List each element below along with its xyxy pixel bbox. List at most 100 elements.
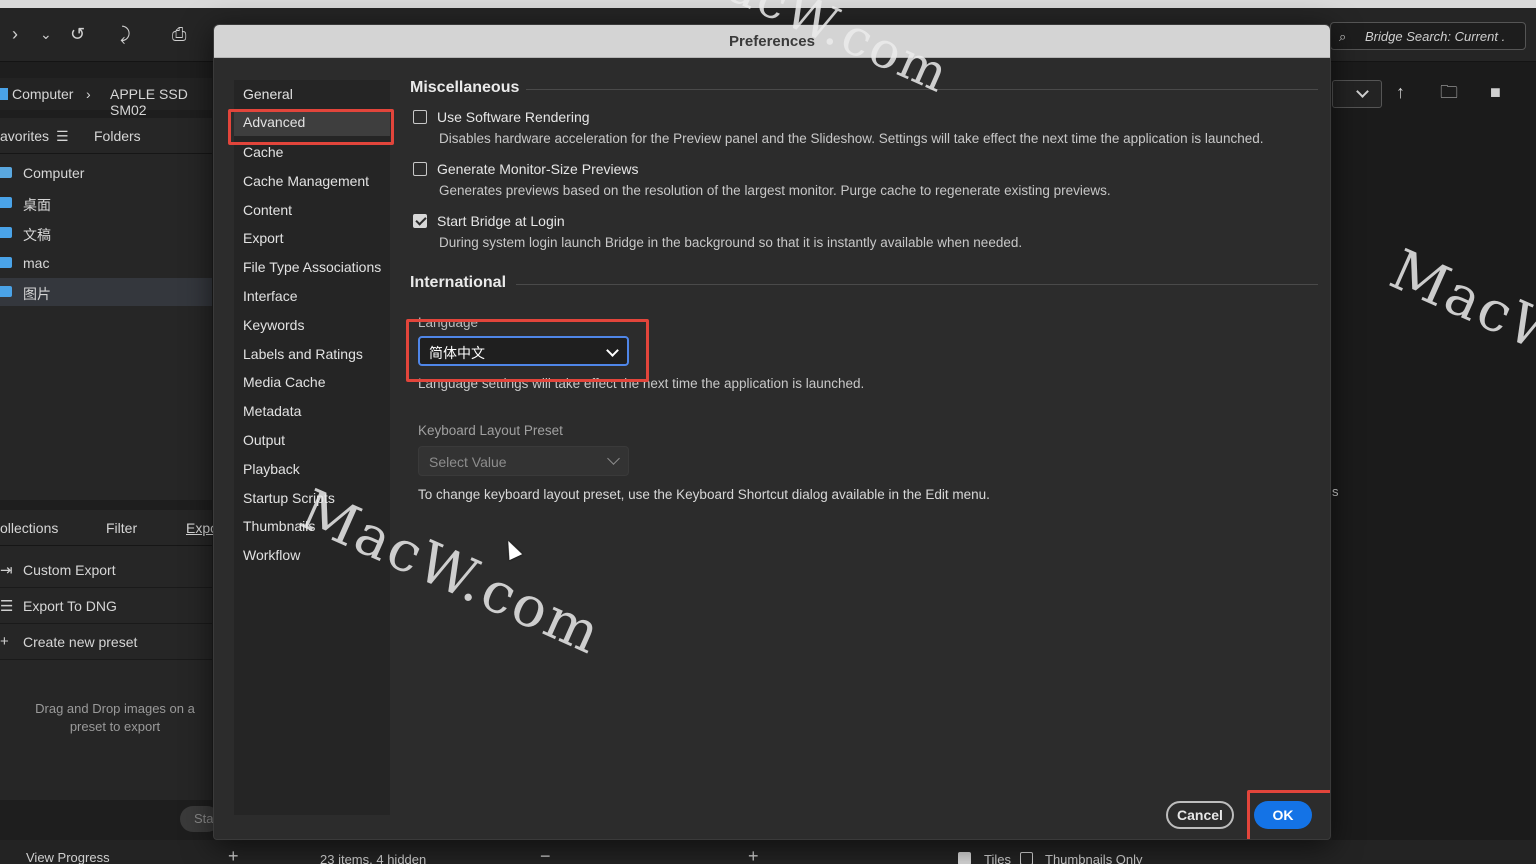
- category-workflow[interactable]: Workflow: [243, 547, 300, 569]
- computer-icon: [0, 88, 8, 100]
- status-bar: View Progress + 23 items, 4 hidden − + T…: [0, 840, 1536, 864]
- new-folder-icon[interactable]: ■: [1490, 82, 1501, 102]
- category-interface[interactable]: Interface: [243, 288, 297, 310]
- keyboard-preset-label: Keyboard Layout Preset: [418, 423, 563, 438]
- camera-import-icon[interactable]: ⎙: [172, 24, 186, 44]
- category-file-type-associations[interactable]: File Type Associations: [243, 259, 381, 281]
- preferences-dialog: Preferences General Advanced Cache Cache…: [213, 24, 1331, 840]
- start-at-login-label: Start Bridge at Login: [437, 213, 565, 229]
- thumbnails-only-label: Thumbnails Only: [1045, 852, 1143, 864]
- up-arrow-icon[interactable]: ↑: [1396, 82, 1405, 102]
- cancel-button[interactable]: Cancel: [1166, 801, 1234, 829]
- section-divider: [516, 284, 1318, 285]
- breadcrumb-computer[interactable]: Computer: [12, 86, 73, 102]
- start-at-login-desc: During system login launch Bridge in the…: [439, 235, 1023, 250]
- ok-highlight-box: [1247, 790, 1330, 839]
- category-media-cache[interactable]: Media Cache: [243, 374, 326, 396]
- section-international: International: [410, 274, 507, 291]
- monitor-previews-desc: Generates previews based on the resoluti…: [439, 183, 1111, 198]
- monitor-icon: [0, 167, 12, 178]
- menu-icon[interactable]: ☰: [56, 128, 69, 145]
- category-general[interactable]: General: [243, 86, 293, 108]
- zoom-out-icon[interactable]: −: [540, 846, 551, 864]
- content-fragment: s: [1332, 484, 1339, 499]
- history-icon[interactable]: ↺: [70, 24, 85, 44]
- monitor-previews-label: Generate Monitor-Size Previews: [437, 161, 639, 177]
- panel-tabs: avorites ☰ Folders: [0, 118, 212, 154]
- favorite-label: 图片: [23, 286, 51, 302]
- tab-collections[interactable]: ollections: [0, 520, 58, 536]
- search-placeholder: Bridge Search: Current .: [1365, 29, 1506, 44]
- breadcrumb-disk[interactable]: APPLE SSD SM02: [110, 86, 212, 118]
- thumbnails-only-checkbox[interactable]: [1020, 852, 1033, 864]
- favorite-item[interactable]: 文稿: [0, 219, 212, 247]
- panel-tabs: ollections Filter Expo: [0, 510, 218, 546]
- view-progress-link[interactable]: View Progress: [26, 850, 110, 864]
- search-input[interactable]: ⌕ Bridge Search: Current .: [1330, 22, 1526, 50]
- search-icon: ⌕: [1339, 29, 1347, 44]
- zoom-in-icon[interactable]: +: [748, 846, 759, 864]
- create-preset-button[interactable]: + Create new preset: [0, 624, 212, 660]
- content-area: s: [1332, 62, 1536, 840]
- software-rendering-desc: Disables hardware acceleration for the P…: [439, 131, 1264, 146]
- keyboard-preset-select[interactable]: Select Value: [418, 446, 629, 476]
- content-toolbar: ↑ 🗀 ■: [1332, 78, 1536, 112]
- tiles-label: Tiles: [984, 852, 1011, 864]
- favorites-panel: avorites ☰ Folders Computer 桌面 文稿 mac 图片: [0, 118, 212, 500]
- section-miscellaneous: Miscellaneous: [410, 79, 520, 96]
- category-export[interactable]: Export: [243, 230, 283, 252]
- category-cache-management[interactable]: Cache Management: [243, 173, 369, 195]
- advanced-highlight-box: [228, 109, 394, 145]
- category-playback[interactable]: Playback: [243, 461, 300, 483]
- favorite-item[interactable]: 图片: [0, 278, 212, 306]
- boomerang-icon[interactable]: ⤸: [120, 24, 131, 44]
- tiles-checkbox[interactable]: [958, 852, 971, 864]
- favorite-item[interactable]: Computer: [0, 159, 212, 187]
- breadcrumb-separator-icon: ›: [86, 86, 91, 102]
- plus-icon: +: [0, 633, 9, 650]
- monitor-previews-checkbox[interactable]: [413, 162, 427, 176]
- category-content[interactable]: Content: [243, 202, 292, 224]
- folder-icon: [0, 286, 12, 297]
- recent-folder-icon[interactable]: 🗀: [1440, 82, 1458, 102]
- tab-favorites[interactable]: avorites: [0, 128, 49, 144]
- sort-select[interactable]: [1332, 80, 1382, 108]
- chevron-down-icon: [607, 452, 620, 465]
- tab-folders[interactable]: Folders: [94, 128, 141, 144]
- folder-icon: [0, 197, 12, 208]
- export-label: Custom Export: [23, 562, 116, 578]
- export-label: Create new preset: [23, 634, 138, 650]
- favorite-item[interactable]: mac: [0, 249, 212, 277]
- category-keywords[interactable]: Keywords: [243, 317, 304, 339]
- items-count: 23 items, 4 hidden: [320, 852, 427, 864]
- language-highlight-box: [406, 319, 649, 382]
- category-labels-and-ratings[interactable]: Labels and Ratings: [243, 346, 363, 368]
- favorite-item[interactable]: 桌面: [0, 189, 212, 217]
- favorite-label: Computer: [23, 165, 85, 181]
- software-rendering-checkbox[interactable]: [413, 110, 427, 124]
- keyboard-preset-value: Select Value: [429, 454, 507, 470]
- category-list: General Advanced Cache Cache Management …: [234, 80, 390, 815]
- breadcrumb: Computer › APPLE SSD SM02: [0, 78, 212, 118]
- folder-icon: [0, 257, 12, 268]
- export-panel: ollections Filter Expo ⇥ Custom Export ☰ E…: [0, 510, 220, 832]
- favorite-label: 文稿: [23, 227, 51, 243]
- keyboard-preset-note: To change keyboard layout preset, use th…: [418, 487, 990, 502]
- category-output[interactable]: Output: [243, 432, 285, 454]
- list-icon: ☰: [0, 598, 14, 615]
- export-drop-hint: Drag and Drop images on a preset to expo…: [35, 701, 195, 734]
- export-icon: ⇥: [0, 562, 13, 579]
- add-icon[interactable]: +: [228, 846, 239, 864]
- category-metadata[interactable]: Metadata: [243, 403, 301, 425]
- software-rendering-label: Use Software Rendering: [437, 109, 590, 125]
- tab-filter[interactable]: Filter: [106, 520, 137, 536]
- forward-icon[interactable]: ›: [12, 24, 18, 44]
- start-at-login-checkbox[interactable]: [413, 214, 427, 228]
- category-cache[interactable]: Cache: [243, 144, 283, 166]
- export-preset-custom[interactable]: ⇥ Custom Export: [0, 552, 212, 588]
- favorite-label: 桌面: [23, 197, 51, 213]
- chevron-down-icon[interactable]: ⌄: [40, 24, 52, 44]
- favorite-label: mac: [23, 255, 50, 271]
- export-label: Export To DNG: [23, 598, 117, 614]
- export-preset-dng[interactable]: ☰ Export To DNG: [0, 588, 212, 624]
